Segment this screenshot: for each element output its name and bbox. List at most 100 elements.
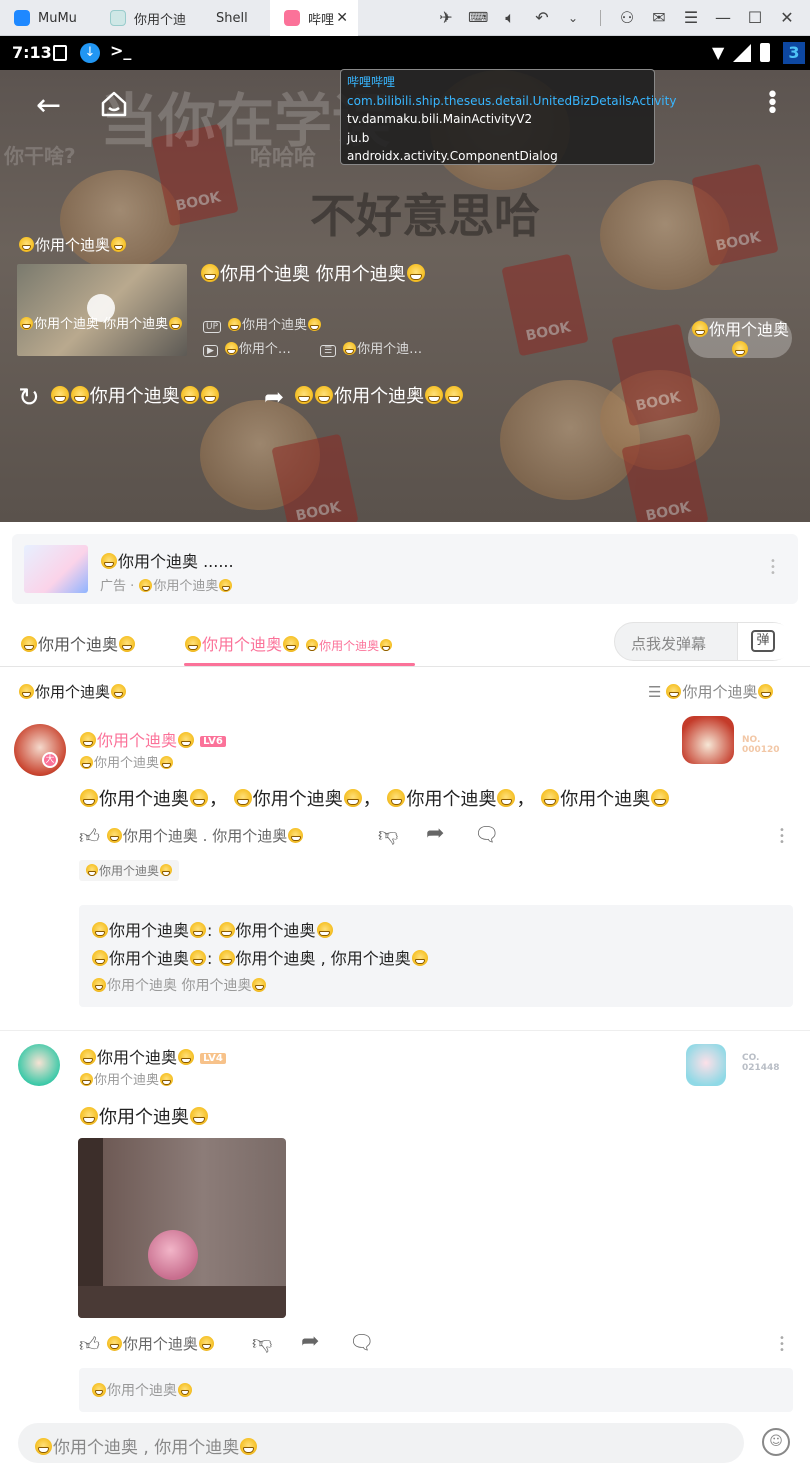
divider [0, 1030, 810, 1031]
emoji-picker-icon[interactable]: ☺ [762, 1428, 790, 1456]
comments-header-title: 你用个迪奥 [18, 681, 127, 702]
android-statusbar: 7:13 ↓ >_ ▼ 3 [0, 36, 810, 70]
comment-username[interactable]: 你用个迪奥 LV4 [79, 1044, 226, 1068]
maximize-icon[interactable]: ☐ [745, 8, 765, 28]
ad-subtitle: 广告 · 你用个迪奥 [100, 575, 233, 594]
close-window-icon[interactable]: ✕ [777, 8, 797, 28]
debug-activity: androidx.activity.ComponentDialog [347, 149, 558, 163]
follow-button[interactable]: 你用个迪奥 [688, 318, 792, 358]
tab-intro[interactable]: 你用个迪奥 [20, 631, 136, 655]
more-replies-link[interactable]: 你用个迪奥 [91, 1380, 193, 1400]
comment-input[interactable]: 你用个迪奥 , 你用个迪奥 [18, 1423, 744, 1463]
comment-text: 你用个迪奥 [79, 1103, 209, 1129]
comment-text: 你用个迪奥， 你用个迪奥， 你用个迪奥， 你用个迪奥 [79, 785, 670, 811]
avatar[interactable] [14, 724, 66, 776]
tab-bilibili[interactable]: 哔哩 ✕ [270, 0, 358, 36]
danmaku-count: ☰ 你用个迪… [320, 338, 422, 357]
keyboard-icon[interactable]: ⌨ [468, 8, 488, 28]
wifi-icon: ▼ [712, 43, 725, 62]
avatar[interactable] [18, 1044, 60, 1086]
danmaku-input[interactable]: 点我发弹幕 弹 [614, 622, 793, 661]
video-frame-text: 不好意思哈 [310, 189, 540, 243]
more-vertical-icon[interactable]: • • • [779, 1334, 785, 1356]
tab-mumu[interactable]: MuMu [0, 0, 96, 36]
reply-box[interactable]: 你用个迪奥 [79, 1368, 793, 1412]
debug-app-name: 哔哩哔哩 [347, 75, 396, 89]
clock: 7:13 [12, 43, 52, 62]
reply-box[interactable]: 你用个迪奥: 你用个迪奥 你用个迪奥: 你用个迪奥 , 你用个迪奥 你用个迪奥 … [79, 905, 793, 1007]
ad-banner[interactable]: 你用个迪奥 ...... 广告 · 你用个迪奥 • • • [12, 534, 798, 604]
chevron-down-icon[interactable]: ⌄ [563, 8, 583, 28]
share-icon[interactable]: ➦ [301, 1329, 319, 1354]
back-arrow-icon[interactable]: ← [36, 88, 61, 123]
up-badge: UP [203, 321, 222, 333]
image-floor [78, 1286, 286, 1318]
tab-label: 你用个迪 [134, 12, 187, 28]
level-badge: LV6 [200, 736, 226, 747]
replay-icon: ↻ [18, 383, 40, 413]
terminal-icon: >_ [110, 41, 132, 60]
thumbs-down-icon[interactable]: 👎︎ [378, 822, 398, 847]
close-tab-icon[interactable]: ✕ [336, 10, 348, 26]
signal-icon [733, 44, 751, 62]
share-icon[interactable]: ➦ [426, 821, 444, 846]
more-vertical-icon[interactable]: • • • [779, 826, 785, 848]
battery-icon [760, 43, 770, 62]
debug-activity: ju.b [347, 130, 370, 145]
undo-icon[interactable]: ↶ [532, 8, 552, 28]
video-frame-text: 哈哈哈 [250, 146, 317, 171]
comments-sort[interactable]: ☰ 你用个迪奥 [648, 681, 774, 702]
bilibili-icon [284, 10, 300, 26]
thumbs-down-icon[interactable]: 👎︎ [252, 1330, 272, 1355]
fan-badge-number: CO. 021448 [742, 1053, 780, 1073]
minimize-icon[interactable]: — [713, 8, 733, 28]
pin-icon[interactable]: ✈ [436, 8, 456, 28]
up-info[interactable]: UP 你用个迪奥 [203, 314, 322, 333]
menu-icon[interactable]: ☰ [681, 8, 701, 28]
tab-label: MuMu [38, 10, 77, 26]
tab-label: 哔哩 [308, 12, 335, 28]
download-icon: ↓ [80, 43, 100, 63]
thumb-caption: 你用个迪奥 你用个迪奥 [19, 316, 185, 333]
volume-icon[interactable]: 🔈︎ [500, 8, 520, 28]
divider [600, 10, 601, 26]
reply-item: 你用个迪奥: 你用个迪奥 , 你用个迪奥 [91, 945, 429, 969]
share-button[interactable]: ➦ 你用个迪奥 [264, 382, 464, 411]
tab-indicator [184, 663, 415, 666]
sim-icon [53, 45, 67, 61]
debug-activity: tv.danmaku.bili.MainActivityV2 [347, 112, 533, 126]
more-vertical-icon[interactable]: • • • [770, 557, 776, 579]
ad-image [24, 545, 88, 593]
notification-badge: 3 [783, 42, 805, 64]
home-icon[interactable] [100, 90, 127, 117]
reply-item: 你用个迪奥: 你用个迪奥 [91, 917, 334, 941]
video-title: 你用个迪奥 你用个迪奥 [200, 260, 426, 286]
thumbs-up-icon: 👍︎ [79, 824, 100, 848]
reply-bubble-icon[interactable]: 🗨︎ [474, 822, 499, 846]
reply-bubble-icon[interactable]: 🗨︎ [349, 1330, 374, 1354]
comment-image[interactable] [78, 1138, 286, 1318]
tab-comments[interactable]: 你用个迪奥 你用个迪奥 [184, 631, 393, 655]
share-icon: ➦ [264, 383, 285, 411]
series-title: 你用个迪奥 [18, 234, 127, 255]
user-icon[interactable]: ⚇ [617, 8, 637, 28]
more-replies-link[interactable]: 你用个迪奥 你用个迪奥 [91, 975, 267, 995]
more-vertical-icon[interactable]: • • • [766, 85, 779, 123]
ad-title: 你用个迪奥 ...... [100, 548, 234, 572]
replay-button[interactable]: ↻ 你用个迪奥 [18, 382, 220, 413]
tab-shell[interactable]: Shell [194, 0, 270, 36]
tab-app-1[interactable]: 你用个迪 [96, 0, 194, 36]
comment-time: 你用个迪奥 [79, 752, 174, 771]
like-button[interactable]: 👍︎ 你用个迪奥 . 你用个迪奥 [79, 824, 304, 849]
video-frame-text: 你干啥? [4, 144, 76, 168]
danmaku-count-icon: ☰ [320, 345, 337, 357]
app-icon [110, 10, 126, 26]
like-button[interactable]: 👍︎ 你用个迪奥 [79, 1332, 215, 1357]
activity-debug-overlay: 哔哩哔哩 com.bilibili.ship.theseus.detail.Un… [340, 69, 677, 165]
next-video-thumbnail[interactable]: 你用个迪奥 你用个迪奥 [17, 264, 187, 356]
danmaku-placeholder: 点我发弹幕 [631, 635, 707, 653]
mail-icon[interactable]: ✉ [649, 8, 669, 28]
play-count: ▶ 你用个… [203, 338, 291, 357]
comment-username[interactable]: 你用个迪奥 LV6 [79, 727, 226, 751]
debug-activity: com.bilibili.ship.theseus.detail.UnitedB… [347, 93, 677, 108]
